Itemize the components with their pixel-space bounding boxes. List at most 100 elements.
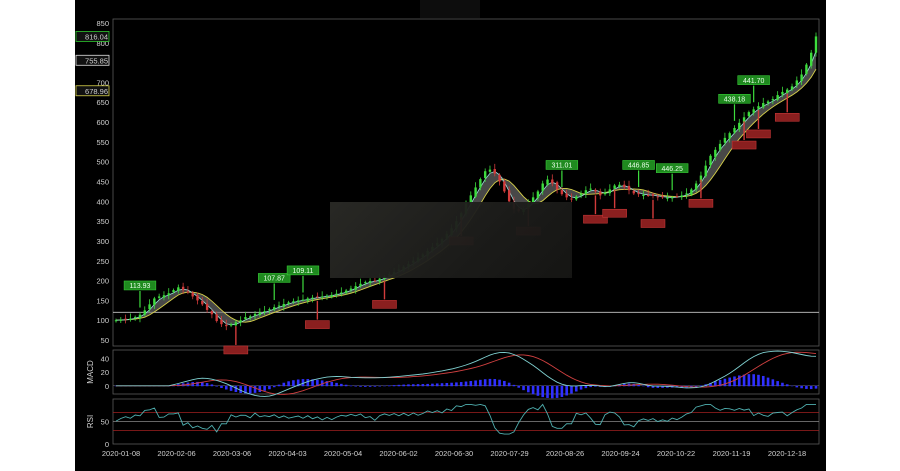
candle-body: [373, 280, 377, 282]
candle-body: [771, 99, 775, 101]
candle-body: [129, 318, 132, 321]
candle-body: [709, 155, 712, 166]
macd-histogram-bar: [570, 385, 573, 394]
macd-histogram-bar: [747, 374, 751, 387]
macd-histogram-bar: [589, 385, 592, 388]
rsi-tick-label: 0: [105, 440, 109, 449]
candle-body: [651, 194, 655, 196]
candle-body: [599, 191, 602, 196]
candle-body: [623, 184, 626, 188]
candle-body: [316, 296, 319, 298]
sell-signal-box: [305, 320, 330, 329]
candle-body: [124, 318, 127, 320]
macd-histogram-bar: [781, 382, 784, 387]
buy-signal-label: 311.01: [551, 163, 572, 170]
candle-body: [205, 303, 209, 310]
price-tick-label: 250: [96, 257, 109, 266]
price-tick-label: 850: [96, 19, 109, 28]
candle-body: [637, 192, 640, 195]
candle-body: [790, 86, 794, 90]
buy-signal-label: 446.85: [628, 163, 650, 170]
candle-body: [340, 292, 343, 294]
candle-body: [685, 193, 688, 195]
macd-histogram-bar: [541, 385, 545, 398]
macd-histogram-bar: [493, 379, 497, 387]
candle-body: [273, 307, 276, 310]
macd-histogram-bar: [411, 384, 415, 387]
candle-body: [613, 185, 616, 189]
candle-body: [752, 109, 755, 113]
candle-body: [191, 292, 194, 297]
candle-body: [229, 324, 233, 326]
candle-body: [114, 320, 118, 322]
macd-histogram-bar: [498, 379, 501, 387]
candle-body: [627, 185, 631, 191]
candle-body: [493, 169, 496, 174]
buy-signal-label: 109.11: [293, 268, 314, 275]
candle-body: [541, 183, 544, 191]
candle-body: [781, 91, 784, 95]
macd-histogram-bar: [469, 381, 473, 387]
candle-body: [575, 196, 578, 200]
candle-body: [498, 174, 501, 182]
macd-histogram-bar: [335, 382, 338, 387]
macd-histogram-bar: [459, 382, 463, 387]
macd-histogram-bar: [785, 384, 789, 387]
candle-body: [143, 310, 146, 315]
candle-body: [157, 296, 161, 298]
macd-histogram-bar: [407, 384, 410, 387]
price-tick-label: 650: [96, 98, 109, 107]
macd-histogram-bar: [220, 385, 223, 389]
candle-body: [714, 149, 717, 157]
macd-histogram-bar: [383, 385, 386, 387]
date-tick-label: 2020-07-29: [490, 449, 528, 458]
macd-histogram-bar: [790, 385, 794, 387]
candle-body: [483, 171, 487, 178]
sell-signal-box: [731, 140, 757, 150]
macd-histogram-bar: [373, 385, 377, 387]
candle-body: [167, 293, 170, 296]
candle-body: [594, 189, 597, 192]
macd-histogram-bar: [546, 385, 549, 398]
candle-body: [757, 106, 760, 109]
price-tick-label: 600: [96, 118, 109, 127]
date-tick-label: 2020-08-26: [546, 449, 584, 458]
macd-histogram-bar: [531, 385, 535, 395]
date-tick-label: 2020-01-08: [102, 449, 140, 458]
candle-body: [325, 295, 329, 297]
macd-histogram-bar: [330, 381, 334, 387]
candle-body: [814, 36, 818, 53]
candle-body: [320, 296, 324, 298]
macd-histogram-bar: [344, 384, 348, 387]
sell-signal-box: [688, 199, 714, 208]
candle-body: [249, 316, 252, 318]
macd-histogram-bar: [464, 381, 468, 387]
candle-body: [344, 290, 348, 294]
macd-histogram-bar: [387, 385, 391, 387]
macd-histogram-bar: [292, 380, 295, 387]
macd-histogram-bar: [263, 385, 266, 391]
candle-body: [488, 169, 492, 172]
candle-body: [560, 190, 564, 195]
price-tick-label: 300: [96, 237, 109, 246]
candle-body: [296, 300, 300, 302]
price-tick-label: 400: [96, 197, 109, 206]
date-tick-label: 2020-06-30: [435, 449, 473, 458]
candle-body: [810, 52, 813, 66]
macd-histogram-bar: [224, 385, 228, 390]
candle-body: [690, 189, 693, 195]
candle-body: [258, 312, 262, 316]
candle-body: [718, 143, 722, 150]
macd-histogram-bar: [565, 385, 568, 396]
candle-body: [268, 309, 271, 311]
candle-body: [201, 301, 204, 305]
candle-body: [364, 282, 367, 284]
date-tick-label: 2020-05-04: [324, 449, 362, 458]
candle-body: [479, 179, 482, 188]
candle-body: [747, 112, 751, 117]
sell-signal-box: [640, 219, 666, 228]
buy-signal-label: 438.18: [724, 96, 746, 103]
rsi-tick-label: 50: [101, 418, 109, 427]
macd-histogram-bar: [733, 376, 736, 387]
macd-histogram-bar: [416, 384, 420, 387]
